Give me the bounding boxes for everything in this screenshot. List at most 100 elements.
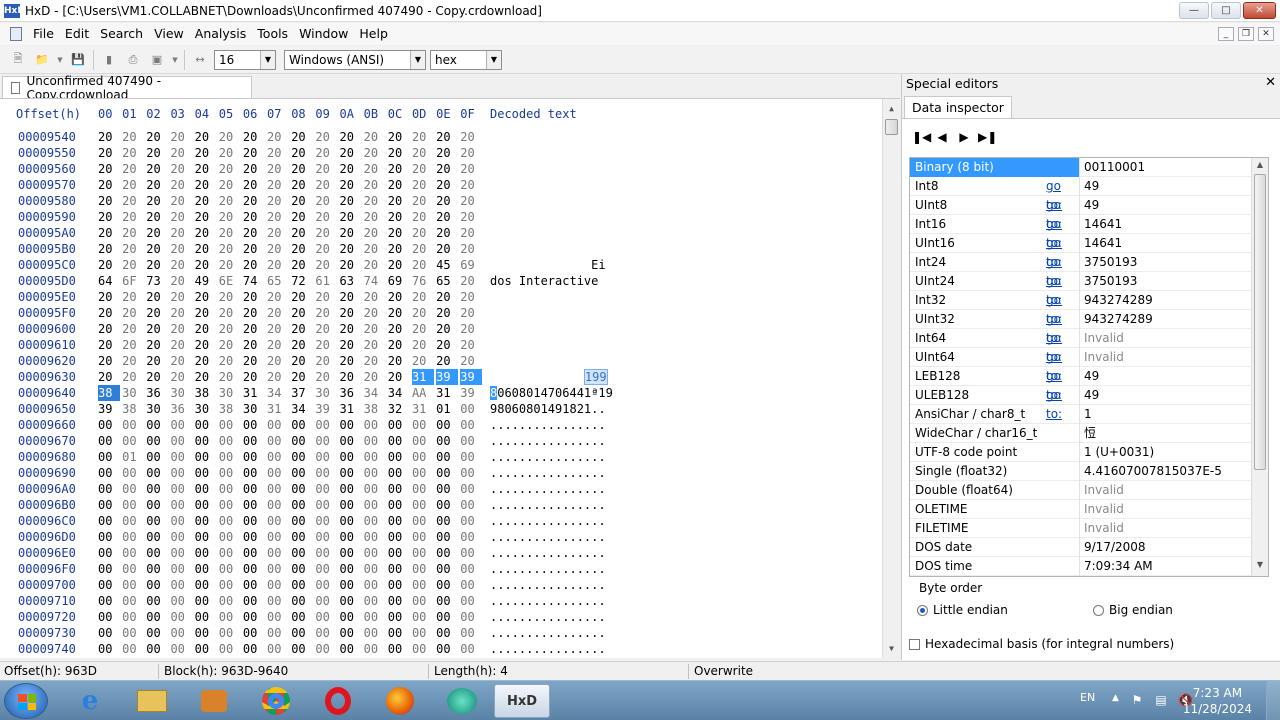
decoded-text[interactable]: ................ xyxy=(490,625,606,641)
scroll-up-icon[interactable]: ▲ xyxy=(1252,160,1268,174)
hex-byte[interactable]: 20 xyxy=(412,193,434,209)
media-player-icon[interactable] xyxy=(186,684,242,718)
inspector-value[interactable]: Invalid xyxy=(1084,500,1250,519)
hex-byte[interactable]: 00 xyxy=(243,577,265,593)
hex-byte[interactable]: 00 xyxy=(170,497,192,513)
hex-byte[interactable]: 34 xyxy=(291,401,313,417)
hex-byte[interactable]: 30 xyxy=(315,385,337,401)
hex-byte[interactable]: 00 xyxy=(243,497,265,513)
hex-byte[interactable]: 00 xyxy=(291,609,313,625)
hex-byte[interactable]: 00 xyxy=(195,481,217,497)
inspector-row[interactable]: DOS time 7:09:34 AM xyxy=(910,557,1252,576)
inspector-scrollbar[interactable]: ▲ ▼ xyxy=(1251,158,1268,576)
hex-byte[interactable]: 20 xyxy=(388,161,410,177)
hex-byte[interactable]: 00 xyxy=(291,625,313,641)
hex-byte[interactable]: 00 xyxy=(364,593,386,609)
hex-byte[interactable]: 00 xyxy=(219,577,241,593)
hex-byte[interactable]: 00 xyxy=(243,449,265,465)
hex-byte[interactable]: 00 xyxy=(195,609,217,625)
hex-byte[interactable]: 20 xyxy=(412,305,434,321)
hex-byte[interactable]: 6E xyxy=(219,273,241,289)
hex-byte[interactable]: 20 xyxy=(412,145,434,161)
inspector-row[interactable]: ULEB128 go to: 49 xyxy=(910,386,1252,421)
decoded-text[interactable]: 80608014706441ª19 xyxy=(490,385,613,401)
big-endian-radio[interactable] xyxy=(1093,604,1104,616)
hex-byte[interactable]: 00 xyxy=(315,497,337,513)
hex-byte[interactable]: 20 xyxy=(364,353,386,369)
hex-byte[interactable]: 00 xyxy=(364,417,386,433)
decoded-text[interactable]: 98060801491821.. xyxy=(490,401,606,417)
hex-byte[interactable]: 20 xyxy=(98,337,120,353)
hex-byte[interactable]: 20 xyxy=(170,321,192,337)
hex-byte[interactable]: 00 xyxy=(364,481,386,497)
hex-byte[interactable]: 20 xyxy=(315,369,337,385)
hex-byte[interactable]: 00 xyxy=(436,465,458,481)
hex-byte[interactable]: 00 xyxy=(388,609,410,625)
hex-byte[interactable]: 20 xyxy=(267,369,289,385)
hex-byte[interactable]: 20 xyxy=(267,337,289,353)
inspector-value[interactable]: Invalid xyxy=(1084,481,1250,500)
hex-byte[interactable]: 00 xyxy=(412,465,434,481)
inspector-value[interactable]: Invalid xyxy=(1084,348,1250,367)
hex-byte[interactable]: 20 xyxy=(315,177,337,193)
hex-byte[interactable]: 20 xyxy=(170,193,192,209)
hex-byte[interactable]: 20 xyxy=(364,305,386,321)
hex-byte[interactable]: 00 xyxy=(219,497,241,513)
hex-byte[interactable]: 20 xyxy=(340,161,362,177)
decoded-text[interactable]: ................ xyxy=(490,641,606,657)
new-file-icon[interactable]: 🗎 xyxy=(8,50,28,70)
hex-byte[interactable]: 69 xyxy=(388,273,410,289)
hex-byte[interactable]: 00 xyxy=(146,465,168,481)
hex-byte[interactable]: 00 xyxy=(267,497,289,513)
hex-byte[interactable]: 20 xyxy=(98,129,120,145)
hex-byte[interactable]: 00 xyxy=(412,417,434,433)
hex-byte[interactable]: 00 xyxy=(340,561,362,577)
hex-byte[interactable]: 00 xyxy=(412,513,434,529)
hex-byte[interactable]: 00 xyxy=(146,513,168,529)
hex-byte[interactable]: 20 xyxy=(195,193,217,209)
hex-byte[interactable]: 37 xyxy=(291,385,313,401)
hex-byte[interactable]: 00 xyxy=(364,609,386,625)
hex-byte[interactable]: 00 xyxy=(412,641,434,657)
hex-byte[interactable]: 20 xyxy=(291,209,313,225)
scroll-down-icon[interactable]: ▼ xyxy=(1252,560,1268,574)
hex-byte[interactable]: 20 xyxy=(146,369,168,385)
hex-byte[interactable]: 00 xyxy=(388,513,410,529)
hex-byte[interactable]: 20 xyxy=(219,161,241,177)
decoded-text[interactable]: ................ xyxy=(490,417,606,433)
hex-byte[interactable]: 00 xyxy=(291,449,313,465)
hex-byte[interactable]: 00 xyxy=(98,561,120,577)
hex-byte[interactable]: 00 xyxy=(315,433,337,449)
hex-byte[interactable]: 20 xyxy=(388,209,410,225)
hex-byte[interactable]: 00 xyxy=(122,561,144,577)
green-app-icon[interactable] xyxy=(434,684,490,718)
inspector-row[interactable]: Double (float64) Invalid xyxy=(910,481,1252,500)
hex-byte[interactable]: 20 xyxy=(340,193,362,209)
hex-byte[interactable]: 00 xyxy=(315,481,337,497)
hex-byte[interactable]: 39 xyxy=(460,385,482,401)
hex-byte[interactable]: 00 xyxy=(460,481,482,497)
hex-byte[interactable]: 00 xyxy=(364,577,386,593)
scroll-down-icon[interactable]: ▼ xyxy=(883,641,900,657)
hex-byte[interactable]: 20 xyxy=(315,241,337,257)
hex-byte[interactable]: 36 xyxy=(170,401,192,417)
hex-byte[interactable]: 00 xyxy=(170,449,192,465)
language-indicator[interactable]: EN xyxy=(1080,691,1095,704)
inspector-row[interactable]: UInt64 go to: Invalid xyxy=(910,348,1252,383)
hex-byte[interactable]: 00 xyxy=(267,577,289,593)
hex-byte[interactable]: 36 xyxy=(340,385,362,401)
hex-byte[interactable]: 00 xyxy=(340,433,362,449)
hex-byte[interactable]: 00 xyxy=(460,417,482,433)
hex-byte[interactable]: 00 xyxy=(412,449,434,465)
hex-byte[interactable]: 73 xyxy=(146,273,168,289)
hex-byte[interactable]: 20 xyxy=(219,209,241,225)
decoded-text[interactable]: ................ xyxy=(490,481,606,497)
hex-byte[interactable]: 00 xyxy=(195,465,217,481)
hex-byte[interactable]: 00 xyxy=(364,433,386,449)
hex-byte[interactable]: 20 xyxy=(122,257,144,273)
hex-byte[interactable]: 20 xyxy=(412,353,434,369)
hex-byte[interactable]: 30 xyxy=(146,401,168,417)
hex-byte[interactable]: 00 xyxy=(98,433,120,449)
hex-byte[interactable]: 00 xyxy=(195,561,217,577)
hex-byte[interactable]: 20 xyxy=(170,369,192,385)
